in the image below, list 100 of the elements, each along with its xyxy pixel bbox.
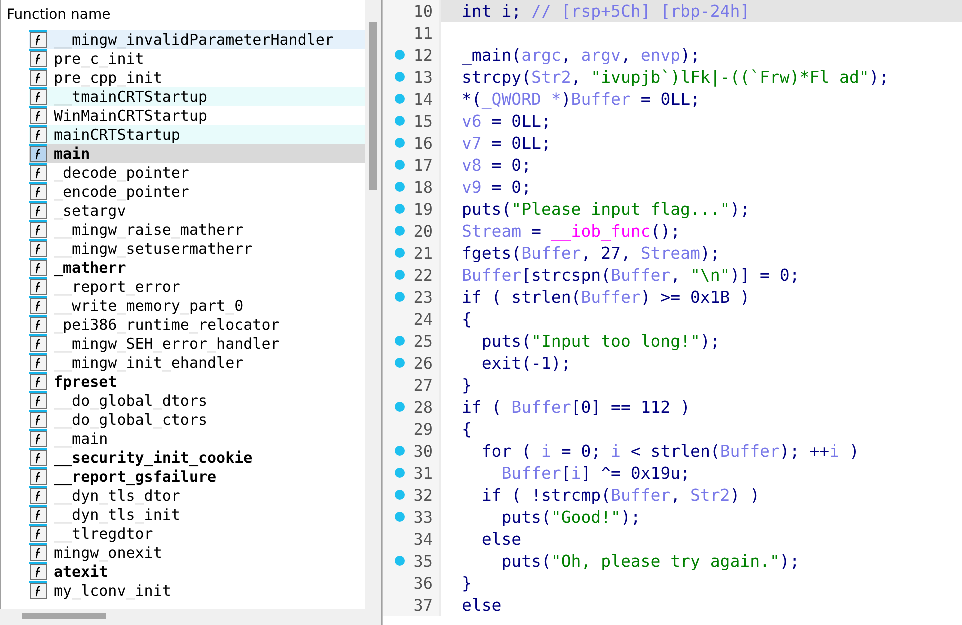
breakpoint-dot[interactable] — [395, 50, 405, 60]
function-icon — [29, 372, 48, 391]
function-icon — [29, 296, 48, 315]
breakpoint-dot[interactable] — [395, 160, 405, 170]
function-icon — [29, 49, 48, 68]
scrollbar-thumb[interactable] — [369, 22, 377, 190]
function-item[interactable]: my_lconv_init — [29, 581, 365, 600]
function-item[interactable]: pre_c_init — [29, 49, 365, 68]
line-number: 11 — [412, 24, 434, 42]
line-number: 12 — [412, 46, 434, 64]
breakpoint-dot[interactable] — [395, 204, 405, 214]
function-icon — [29, 68, 48, 87]
function-item[interactable]: __dyn_tls_init — [29, 505, 365, 524]
column-header[interactable]: Function name — [1, 0, 365, 30]
function-item[interactable]: __main — [29, 429, 365, 448]
breakpoint-dot[interactable] — [395, 490, 405, 500]
function-icon — [29, 505, 48, 524]
line-number: 10 — [412, 2, 434, 20]
function-item[interactable]: atexit — [29, 562, 365, 581]
function-item[interactable]: __tlregdtor — [29, 524, 365, 543]
line-number: 35 — [412, 552, 434, 570]
function-item[interactable]: _matherr — [29, 258, 365, 277]
line-number: 21 — [412, 244, 434, 262]
line-number: 33 — [412, 508, 434, 526]
breakpoint-dot[interactable] — [395, 182, 405, 192]
breakpoint-dot[interactable] — [395, 468, 405, 478]
function-item[interactable]: _decode_pointer — [29, 163, 365, 182]
function-item[interactable]: __report_gsfailure — [29, 467, 365, 486]
line-number: 25 — [412, 332, 434, 350]
breakpoint-dot[interactable] — [395, 446, 405, 456]
function-icon — [29, 391, 48, 410]
function-icon — [29, 353, 48, 372]
line-number: 14 — [412, 90, 434, 108]
breakpoint-dot[interactable] — [395, 270, 405, 280]
breakpoint-dot[interactable] — [395, 226, 405, 236]
breakpoint-dot[interactable] — [395, 292, 405, 302]
function-icon — [29, 125, 48, 144]
function-icon — [29, 448, 48, 467]
function-icon — [29, 239, 48, 258]
function-item[interactable]: fpreset — [29, 372, 365, 391]
line-number: 30 — [412, 442, 434, 460]
line-number: 27 — [412, 376, 434, 394]
line-number: 34 — [412, 530, 434, 548]
breakpoint-dot[interactable] — [395, 72, 405, 82]
scrollbar-thumb[interactable] — [22, 613, 106, 619]
breakpoint-dot[interactable] — [395, 336, 405, 346]
line-number: 26 — [412, 354, 434, 372]
line-number: 29 — [412, 420, 434, 438]
line-number: 31 — [412, 464, 434, 482]
function-icon — [29, 220, 48, 239]
line-number: 24 — [412, 310, 434, 328]
breakpoint-dot[interactable] — [395, 556, 405, 566]
function-item[interactable]: mainCRTStartup — [29, 125, 365, 144]
breakpoint-dot[interactable] — [395, 94, 405, 104]
function-item[interactable]: __mingw_SEH_error_handler — [29, 334, 365, 353]
function-icon — [29, 258, 48, 277]
function-item[interactable]: __dyn_tls_dtor — [29, 486, 365, 505]
function-item[interactable]: __do_global_dtors — [29, 391, 365, 410]
function-item[interactable]: _setargv — [29, 201, 365, 220]
breakpoint-dot[interactable] — [395, 402, 405, 412]
function-icon — [29, 106, 48, 125]
line-number: 19 — [412, 200, 434, 218]
function-icon — [29, 524, 48, 543]
function-icon — [29, 144, 48, 163]
breakpoint-dot[interactable] — [395, 116, 405, 126]
function-item[interactable]: __mingw_raise_matherr — [29, 220, 365, 239]
function-item[interactable]: __report_error — [29, 277, 365, 296]
function-item[interactable]: pre_cpp_init — [29, 68, 365, 87]
line-number: 22 — [412, 266, 434, 284]
function-item[interactable]: __mingw_init_ehandler — [29, 353, 365, 372]
line-number: 16 — [412, 134, 434, 152]
function-item[interactable]: __tmainCRTStartup — [29, 87, 365, 106]
function-icon — [29, 30, 48, 49]
function-item[interactable]: _encode_pointer — [29, 182, 365, 201]
line-number: 13 — [412, 68, 434, 86]
line-number: 17 — [412, 156, 434, 174]
function-icon — [29, 201, 48, 220]
breakpoint-dot[interactable] — [395, 358, 405, 368]
function-item[interactable]: __write_memory_part_0 — [29, 296, 365, 315]
function-item[interactable]: _pei386_runtime_relocator — [29, 315, 365, 334]
breakpoint-dot[interactable] — [395, 512, 405, 522]
line-number: 36 — [412, 574, 434, 592]
function-item[interactable]: __mingw_invalidParameterHandler — [29, 30, 365, 49]
function-item[interactable]: mingw_onexit — [29, 543, 365, 562]
function-icon — [29, 410, 48, 429]
function-item[interactable]: WinMainCRTStartup — [29, 106, 365, 125]
line-number: 37 — [412, 596, 434, 614]
function-item[interactable]: __security_init_cookie — [29, 448, 365, 467]
function-icon — [29, 562, 48, 581]
function-icon — [29, 543, 48, 562]
line-number: 20 — [412, 222, 434, 240]
breakpoint-dot[interactable] — [395, 248, 405, 258]
function-item[interactable]: __mingw_setusermatherr — [29, 239, 365, 258]
function-icon — [29, 182, 48, 201]
function-item[interactable]: main — [29, 144, 365, 163]
breakpoint-dot[interactable] — [395, 138, 405, 148]
function-icon — [29, 87, 48, 106]
function-icon — [29, 467, 48, 486]
function-item[interactable]: __do_global_ctors — [29, 410, 365, 429]
line-number: 23 — [412, 288, 434, 306]
